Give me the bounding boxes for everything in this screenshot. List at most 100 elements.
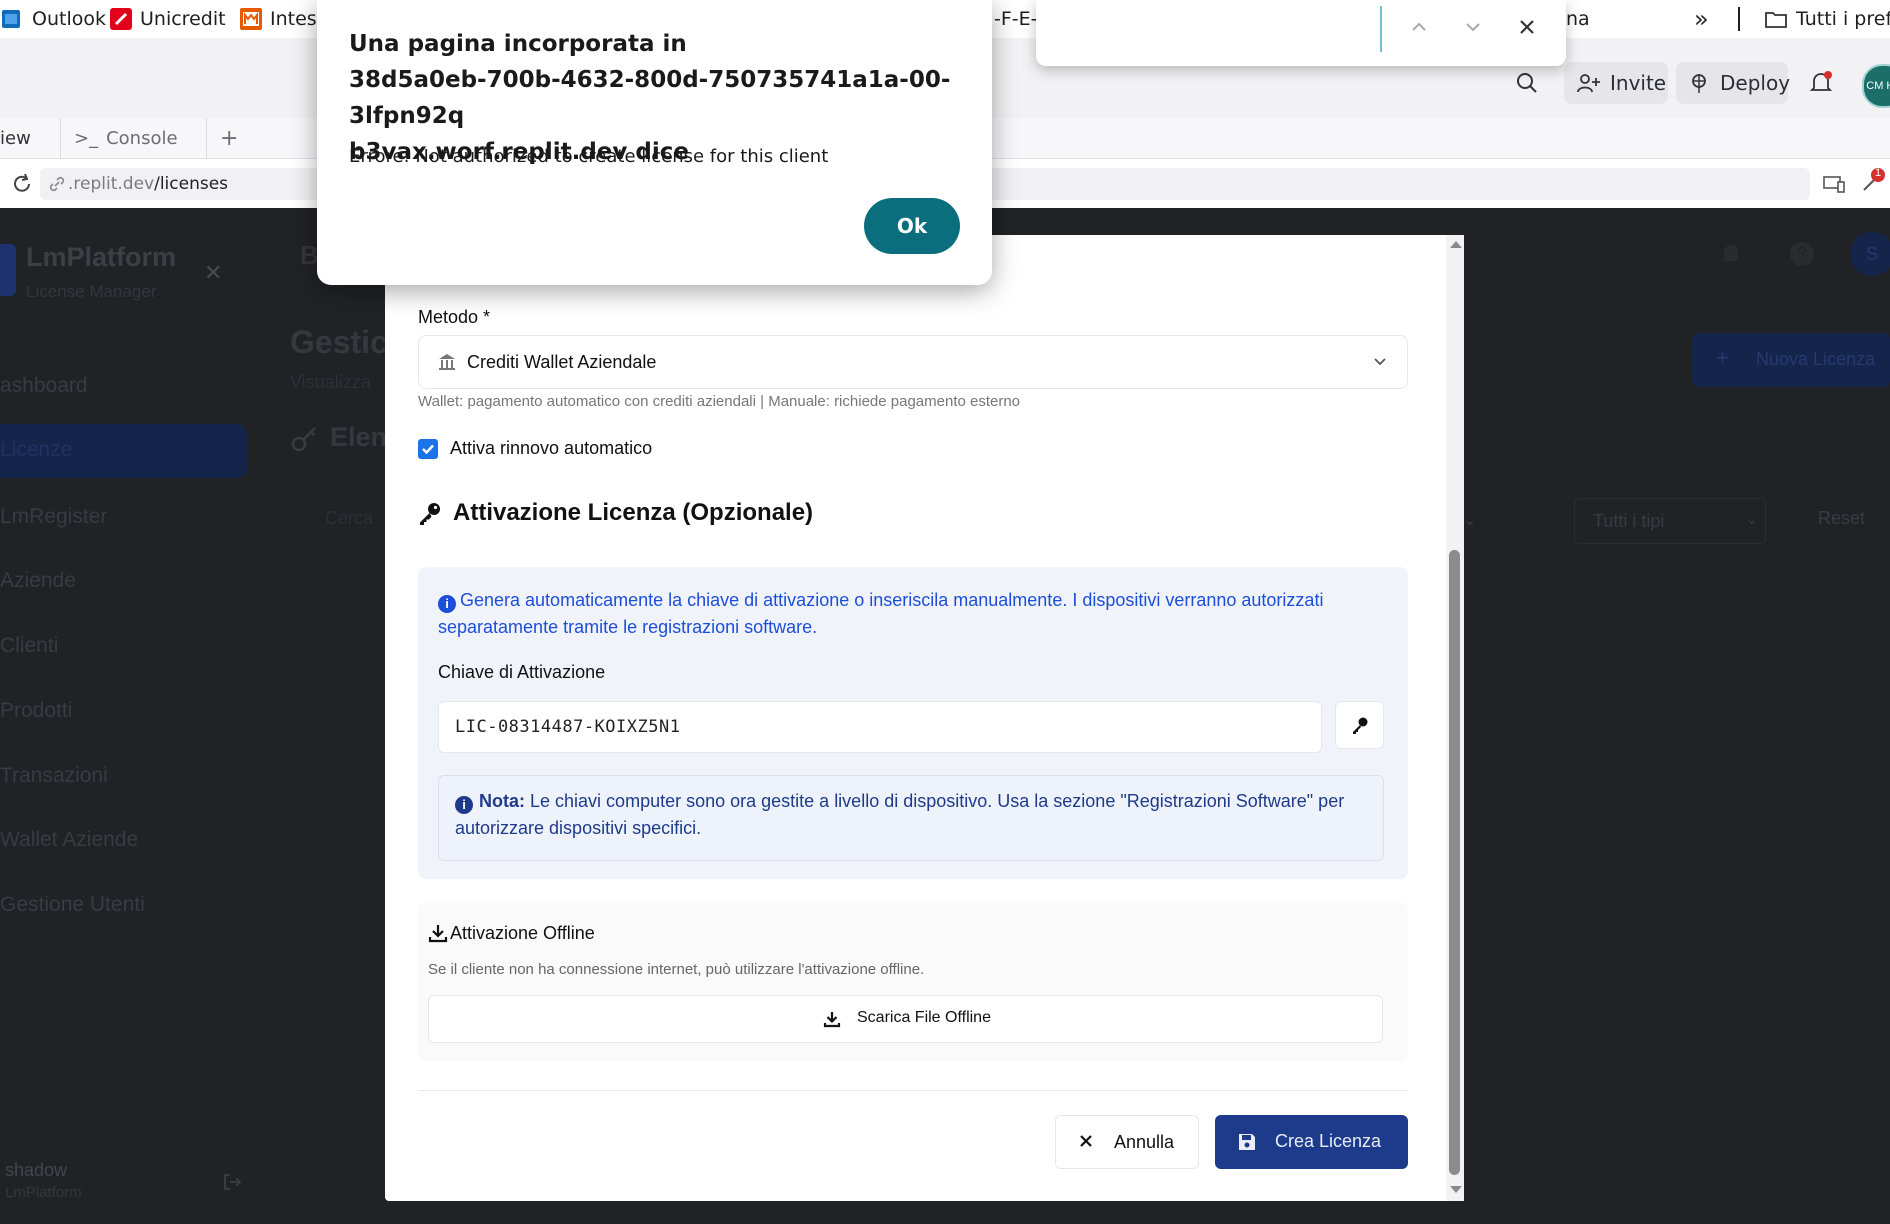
key-label: Chiave di Attivazione [438,662,606,682]
plus-icon: + [1716,345,1729,370]
sidebar-item-dashboard[interactable]: ashboard [0,374,88,398]
activation-key-input[interactable]: LIC-08314487-KOIXZ5N1 [438,701,1322,753]
note-box: i Nota: Le chiavi computer sono ora gesti… [438,775,1384,861]
key-icon [290,424,320,454]
deploy-button[interactable]: Deploy [1676,62,1790,104]
info-icon: i [438,595,456,613]
url-domain: .replit.dev [68,174,155,194]
invite-label: Invite [1610,71,1667,95]
close-icon[interactable] [1516,16,1538,38]
close-icon [1076,1131,1096,1151]
new-license-button[interactable]: + Nuova Licenza [1692,333,1890,387]
folder-icon [1764,9,1788,29]
sidebar-item-users[interactable]: Gestione Utenti [0,893,145,917]
bookmark-unicredit[interactable]: Unicredit [110,0,226,38]
scrollbar-thumb[interactable] [1449,550,1460,1175]
invite-button[interactable]: Invite [1564,62,1668,104]
link-icon [48,175,66,193]
ok-button[interactable]: Ok [864,198,960,254]
bookmarks-folder[interactable]: Tutti i prefe [1764,0,1890,38]
note-bold: Nota: [479,791,525,811]
tab-divider [206,118,207,158]
create-license-label: Crea Licenza [1275,1131,1382,1151]
reset-button[interactable]: Reset [1818,508,1865,529]
chevron-down-icon [1371,352,1389,370]
dialog-message: Errore: Not authorized to create license… [349,146,829,167]
footer-divider [418,1090,1408,1091]
sidebar-item-transazioni[interactable]: Transazioni [0,764,108,788]
user-org: LmPlatform [5,1184,82,1201]
find-bar [1036,0,1566,66]
dialog-title-line: 38d5a0eb-700b-4632-800d-750735741a1a-00-… [349,67,951,129]
method-select[interactable]: Crediti Wallet Aziendale [418,335,1408,389]
page-subtitle: Visualizza [290,372,371,392]
outlook-icon [2,8,24,30]
close-sidebar-icon[interactable]: ✕ [204,260,222,286]
sidebar-item-aziende[interactable]: Aziende [0,569,76,593]
bookmark-label: Outlook [32,8,106,30]
note-text: Le chiavi computer sono ora gestite a li… [455,791,1345,838]
sidebar-item-lmregister[interactable]: LmRegister [0,505,107,529]
avatar[interactable]: CM HK [1862,64,1890,108]
download-offline-button[interactable]: Scarica File Offline [428,995,1383,1043]
sidebar-item-clienti[interactable]: Clienti [0,634,58,658]
brand-subtitle: License Manager [26,282,157,301]
find-input-divider [1380,6,1382,52]
scroll-up-arrow-icon[interactable] [1450,241,1462,248]
generate-key-button[interactable] [1335,701,1384,749]
bookmark-intesa[interactable]: Intesa [240,0,328,38]
tab-console[interactable]: >_ Console [74,118,178,158]
type-filter-select[interactable]: Tutti i tipi ⌄ [1574,498,1766,544]
bookmark-outlook[interactable]: Outlook [2,0,106,38]
tab-console-label: Console [106,127,178,149]
devices-icon[interactable] [1822,172,1846,196]
bookmarks-overflow-button[interactable]: » [1694,0,1709,38]
key-icon [1350,715,1370,735]
notifications-bell-icon[interactable] [1808,70,1834,96]
chevron-down-icon: ⌄ [1463,512,1477,529]
sidebar-item-wallet[interactable]: Wallet Aziende [0,828,138,852]
chevron-up-icon[interactable] [1408,16,1430,38]
reload-icon[interactable] [10,172,34,196]
download-icon [428,923,448,943]
bookmark-item[interactable]: -F-E- [994,0,1038,38]
method-label: Metodo * [418,307,491,327]
find-input[interactable] [1044,8,1388,54]
offline-description: Se il cliente non ha connessione interne… [428,961,925,978]
alert-dialog: Una pagina incorporata in 38d5a0eb-700b-… [317,0,992,285]
cancel-button[interactable]: Annulla [1055,1115,1199,1169]
bookmark-label: na [1566,8,1590,30]
logout-icon[interactable] [222,1172,242,1192]
console-icon: >_ [74,127,99,149]
brand-logo [0,244,16,296]
create-license-modal: Metodo * Crediti Wallet Aziendale Wallet… [385,235,1464,1201]
info-icon: i [455,796,473,814]
add-tab-button[interactable]: + [220,118,238,158]
brand-name: LmPlatform [26,242,177,272]
dialog-title-line: Una pagina incorporata in [349,31,687,57]
user-avatar[interactable]: S [1850,232,1890,276]
auto-renew-checkbox[interactable] [418,439,438,459]
devtools-icon[interactable]: 1 [1858,166,1888,196]
create-license-button[interactable]: Crea Licenza [1215,1115,1408,1169]
offline-title: Attivazione Offline [450,923,595,943]
modal-scrollbar[interactable] [1446,235,1464,1201]
tab-preview[interactable]: iew [0,118,31,158]
tab-divider [60,118,61,158]
type-filter-value: Tutti i tipi [1593,511,1665,531]
bell-icon[interactable] [1720,242,1742,266]
auto-renew-label: Attiva rinnovo automatico [450,438,653,458]
method-help-text: Wallet: pagamento automatico con crediti… [418,393,1021,410]
help-icon[interactable]: ? [1790,242,1814,266]
method-value: Crediti Wallet Aziendale [467,352,657,372]
search-input[interactable]: Cerca [325,508,373,529]
search-icon[interactable] [1514,70,1540,96]
sidebar-item-prodotti[interactable]: Prodotti [0,699,72,723]
scroll-down-arrow-icon[interactable] [1450,1186,1462,1193]
sidebar-item-licenze[interactable]: Licenze [0,424,247,478]
bookmark-label: -F-E- [994,8,1038,30]
cancel-label: Annulla [1114,1132,1175,1152]
chevron-down-icon[interactable] [1462,16,1484,38]
bookmark-item[interactable]: na [1566,0,1590,38]
note-text-block: i Nota: Le chiavi computer sono ora gesti… [455,788,1370,842]
